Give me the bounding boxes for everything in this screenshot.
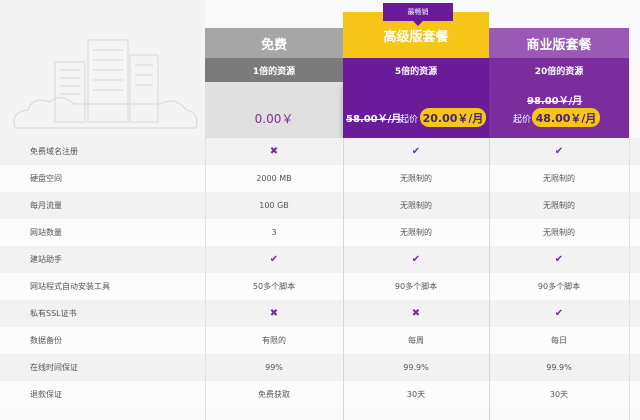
feature-value: 99.9%	[546, 363, 572, 372]
check-icon: ✔	[554, 254, 564, 265]
feature-value: 免费获取	[258, 390, 290, 399]
column-divider	[629, 138, 630, 420]
feature-value: 有限的	[262, 336, 286, 345]
check-icon: ✔	[554, 146, 564, 157]
feature-name: 建站助手	[30, 255, 62, 264]
cross-icon: ✖	[269, 308, 279, 319]
feature-name: 网站程式自动安装工具	[30, 282, 110, 291]
feature-value: 无限制的	[400, 228, 432, 237]
table-row: 每月流量 100 GB 无限制的 无限制的	[0, 192, 640, 219]
table-row: 在线时间保证 99% 99.9% 99.9%	[0, 354, 640, 381]
plan-business-resources: 20倍的资源	[489, 58, 629, 82]
plan-business-from-label: 起价	[513, 115, 532, 125]
plan-advanced-price-cell: 58.00￥/月 起价 20.00￥/月	[343, 82, 489, 138]
plan-free-resources: 1倍的资源	[205, 58, 343, 82]
plan-advanced-old-price: 58.00￥/月	[346, 114, 402, 125]
feature-value: 无限制的	[400, 174, 432, 183]
feature-value: 30天	[406, 390, 426, 399]
feature-value: 90多个脚本	[537, 282, 581, 291]
feature-name: 数据备份	[30, 336, 62, 345]
feature-value: 99.9%	[403, 363, 429, 372]
feature-name: 网站数量	[30, 228, 62, 237]
column-divider	[205, 138, 206, 420]
feature-value: 无限制的	[543, 201, 575, 210]
table-row: 数据备份 有限的 每周 每日	[0, 327, 640, 354]
plan-business-price-cell: 98.00￥/月 起价 48.00￥/月	[489, 82, 629, 138]
feature-value: 无限制的	[543, 174, 575, 183]
feature-name: 退款保证	[30, 390, 62, 399]
table-row: 私有SSL证书 ✖ ✖ ✔	[0, 300, 640, 327]
plan-advanced-price[interactable]: 20.00￥/月	[420, 108, 486, 127]
table-row: 免费域名注册 ✖ ✔ ✔	[0, 138, 640, 165]
feature-value: 90多个脚本	[394, 282, 438, 291]
feature-name: 每月流量	[30, 201, 62, 210]
feature-name: 硬盘空间	[30, 174, 62, 183]
feature-value: 50多个脚本	[252, 282, 296, 291]
header-illustration	[0, 0, 205, 138]
feature-name: 私有SSL证书	[30, 309, 77, 318]
cross-icon: ✖	[269, 146, 279, 157]
table-row: 网站数量 3 无限制的 无限制的	[0, 219, 640, 246]
advanced-column-left-border	[343, 138, 344, 420]
plan-free-price-cell: 0.00￥	[205, 82, 343, 138]
cross-icon: ✖	[411, 308, 421, 319]
plan-business-old-price: 98.00￥/月	[527, 96, 583, 107]
table-row: 建站助手 ✔ ✔ ✔	[0, 246, 640, 273]
check-icon: ✔	[411, 146, 421, 157]
advanced-column-right-border	[489, 138, 490, 420]
feature-name: 在线时间保证	[30, 363, 78, 372]
check-icon: ✔	[554, 308, 564, 319]
best-seller-badge: 最畅销	[383, 3, 453, 26]
feature-value: 30天	[549, 390, 569, 399]
feature-value: 2000 MB	[256, 174, 292, 183]
feature-value: 无限制的	[400, 201, 432, 210]
check-icon: ✔	[411, 254, 421, 265]
buildings-cloud-illustration	[13, 39, 198, 129]
feature-value: 3	[271, 228, 277, 237]
feature-value: 每周	[408, 336, 424, 345]
plan-business-title: 商业版套餐	[489, 28, 629, 58]
feature-value: 无限制的	[543, 228, 575, 237]
plan-advanced-from-label: 起价	[400, 115, 419, 125]
check-icon: ✔	[269, 254, 279, 265]
plan-free-price: 0.00￥	[254, 112, 294, 126]
table-row: 网站程式自动安装工具 50多个脚本 90多个脚本 90多个脚本	[0, 273, 640, 300]
feature-value: 99%	[265, 363, 283, 372]
feature-value: 100 GB	[259, 201, 289, 210]
feature-value: 每日	[551, 336, 567, 345]
feature-name: 免费域名注册	[30, 147, 78, 156]
table-row: 退款保证 免费获取 30天 30天	[0, 381, 640, 408]
plan-business-price[interactable]: 48.00￥/月	[532, 108, 600, 127]
plan-advanced-resources: 5倍的资源	[343, 58, 489, 82]
plan-free-title: 免费	[205, 28, 343, 58]
table-row: 硬盘空间 2000 MB 无限制的 无限制的	[0, 165, 640, 192]
